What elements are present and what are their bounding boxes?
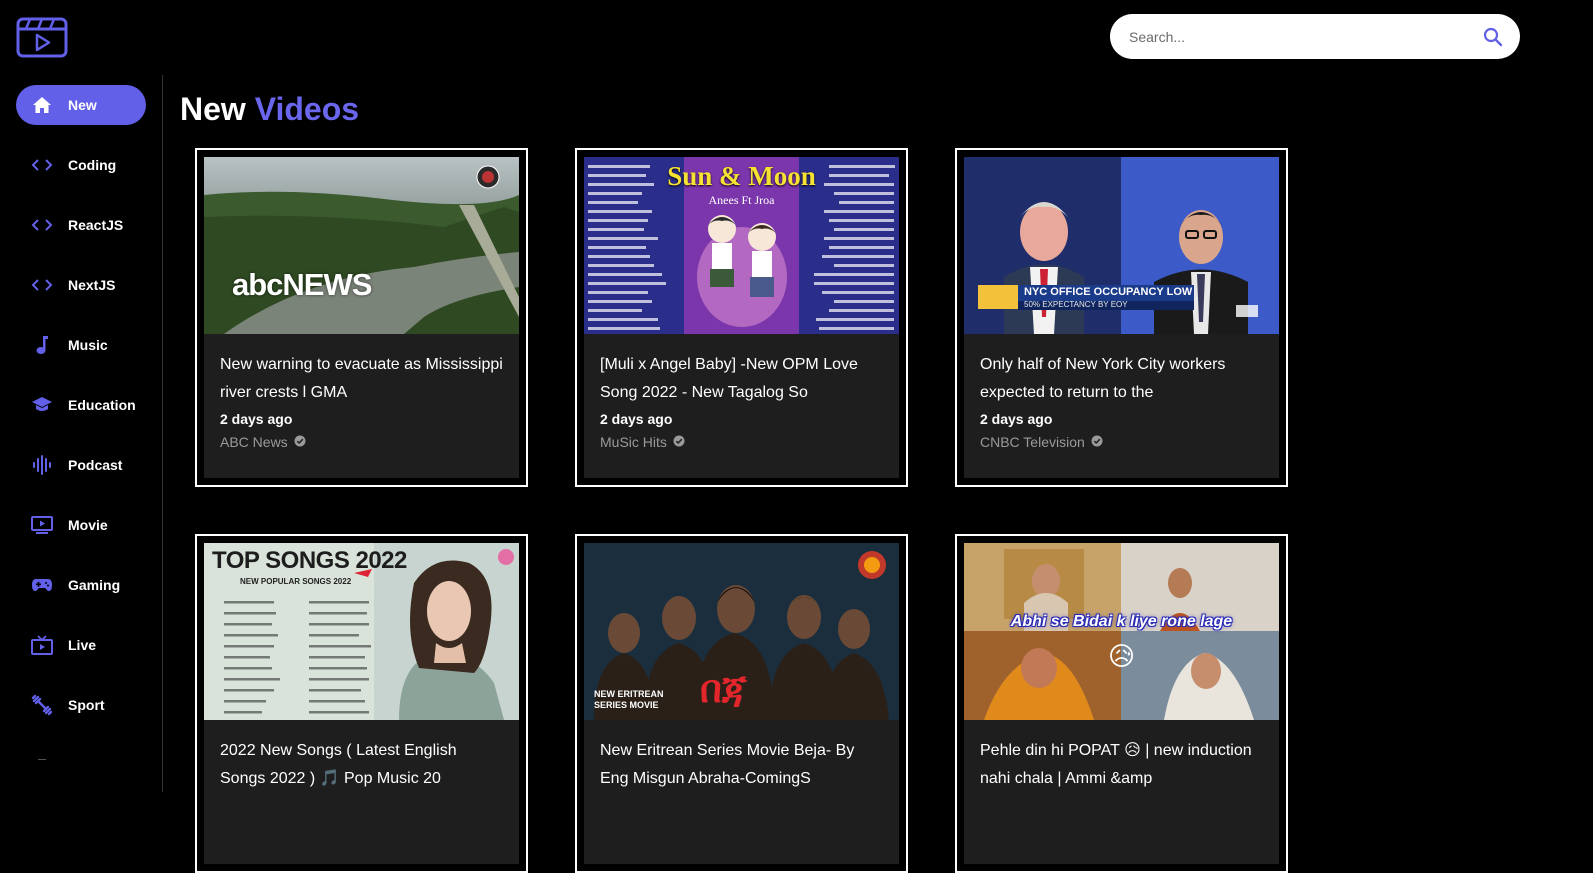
thumbnail-overlay-text: Sun & Moon xyxy=(667,161,816,191)
verified-check-icon xyxy=(1091,434,1103,450)
search-bar xyxy=(1110,14,1520,59)
video-thumbnail[interactable]: abcNEWS xyxy=(204,157,519,334)
thumbnail-overlay-text: በጃ xyxy=(700,667,747,711)
sidebar-item-label: New xyxy=(68,97,97,113)
sidebar-item-label: Sport xyxy=(68,697,105,713)
video-timestamp: 2 days ago xyxy=(980,411,1053,427)
dumbbell-icon xyxy=(16,694,68,716)
video-card[interactable]: Sun & Moon Anees Ft Jroa [Muli x Angel B… xyxy=(575,148,908,487)
sidebar-item-label: Music xyxy=(68,337,108,353)
live-tv-icon xyxy=(16,635,68,655)
page-title-part1: New xyxy=(180,91,246,127)
code-icon xyxy=(16,218,68,232)
sidebar-item-label: ReactJS xyxy=(68,217,124,233)
movie-icon xyxy=(16,516,68,534)
channel-row[interactable]: MuSic Hits xyxy=(600,434,883,450)
thumbnail-overlay-text: Abhi se Bidai k liye rone lage xyxy=(1010,613,1233,630)
video-card[interactable]: NYC OFFICE OCCUPANCY LOW 50% EXPECTANCY … xyxy=(955,148,1288,487)
search-input[interactable] xyxy=(1129,28,1482,45)
video-title[interactable]: Pehle din hi POPAT 😥 | new induction nah… xyxy=(980,737,1263,793)
sidebar-item-label: Podcast xyxy=(68,457,123,473)
sidebar-item-gaming[interactable]: Gaming xyxy=(16,565,146,605)
video-title[interactable]: New warning to evacuate as Mississippi r… xyxy=(220,351,503,407)
sidebar-item-label: Live xyxy=(68,637,97,653)
video-thumbnail[interactable]: በጃ NEW ERITREAN SERIES MOVIE xyxy=(584,543,899,720)
sidebar-item-education[interactable]: Education xyxy=(16,385,146,425)
sidebar-item-music[interactable]: Music xyxy=(16,325,146,365)
sidebar-item-podcast[interactable]: Podcast xyxy=(16,445,146,485)
sidebar-item-new[interactable]: New xyxy=(16,85,146,125)
thumbnail-overlay-text: TOP SONGS 2022 xyxy=(212,547,407,574)
thumbnail-overlay-text: NYC OFFICE OCCUPANCY LOW xyxy=(1024,286,1193,298)
code-icon xyxy=(16,278,68,292)
channel-row[interactable]: CNBC Television xyxy=(980,434,1263,450)
video-timestamp: 2 days ago xyxy=(220,411,293,427)
video-card[interactable]: abcNEWS New warning to evacuate as Missi… xyxy=(195,148,528,487)
thumbnail-overlay-text: abcNEWS xyxy=(232,267,372,302)
channel-name[interactable]: CNBC Television xyxy=(980,434,1085,450)
video-timestamp: 2 days ago xyxy=(600,411,673,427)
sidebar-item-label: Education xyxy=(68,397,136,413)
video-thumbnail[interactable]: Abhi se Bidai k liye rone lage 😥 xyxy=(964,543,1279,720)
gamepad-icon xyxy=(16,577,68,593)
sidebar-overflow-hint xyxy=(38,759,46,760)
app-logo-icon[interactable] xyxy=(16,17,68,58)
channel-row[interactable]: ABC News xyxy=(220,434,503,450)
thumbnail-subtitle: Anees Ft Jroa xyxy=(708,193,775,207)
sidebar-item-coding[interactable]: Coding xyxy=(16,145,146,185)
page-title-part2: Videos xyxy=(254,91,360,127)
sidebar-item-live[interactable]: Live xyxy=(16,625,146,665)
sidebar-item-label: Coding xyxy=(68,157,117,173)
sad-emoji-icon: 😥 xyxy=(1108,641,1136,671)
verified-check-icon xyxy=(294,434,306,450)
video-thumbnail[interactable]: TOP SONGS 2022 NEW POPULAR SONGS 2022 xyxy=(204,543,519,720)
channel-name[interactable]: MuSic Hits xyxy=(600,434,667,450)
sidebar-item-label: Gaming xyxy=(68,577,121,593)
channel-name[interactable]: ABC News xyxy=(220,434,288,450)
sidebar-item-sport[interactable]: Sport xyxy=(16,685,146,725)
graduation-cap-icon xyxy=(16,396,68,414)
thumbnail-subtitle: NEW POPULAR SONGS 2022 xyxy=(240,577,352,586)
sidebar-item-reactjs[interactable]: ReactJS xyxy=(16,205,146,245)
search-icon[interactable] xyxy=(1482,26,1504,48)
video-card[interactable]: TOP SONGS 2022 NEW POPULAR SONGS 2022 20… xyxy=(195,534,528,873)
sidebar-item-label: NextJS xyxy=(68,277,116,293)
music-note-icon xyxy=(16,335,68,355)
home-icon xyxy=(16,96,68,114)
video-title[interactable]: [Muli x Angel Baby] -New OPM Love Song 2… xyxy=(600,351,883,407)
sidebar: New Coding ReactJS NextJS Music Educatio… xyxy=(0,75,163,792)
verified-check-icon xyxy=(673,434,685,450)
video-thumbnail[interactable]: Sun & Moon Anees Ft Jroa xyxy=(584,157,899,334)
code-icon xyxy=(16,158,68,172)
video-thumbnail[interactable]: NYC OFFICE OCCUPANCY LOW 50% EXPECTANCY … xyxy=(964,157,1279,334)
sidebar-item-label: Movie xyxy=(68,517,108,533)
video-card[interactable]: Abhi se Bidai k liye rone lage 😥 Pehle d… xyxy=(955,534,1288,873)
video-title[interactable]: Only half of New York City workers expec… xyxy=(980,351,1263,407)
thumbnail-subtitle: 50% EXPECTANCY BY EOY xyxy=(1024,300,1128,309)
thumbnail-subtitle: NEW ERITREAN SERIES MOVIE xyxy=(594,689,664,710)
sidebar-item-movie[interactable]: Movie xyxy=(16,505,146,545)
video-title[interactable]: 2022 New Songs ( Latest English Songs 20… xyxy=(220,737,503,793)
sidebar-item-nextjs[interactable]: NextJS xyxy=(16,265,146,305)
page-title: New Videos xyxy=(180,91,359,128)
video-title[interactable]: New Eritrean Series Movie Beja- By Eng M… xyxy=(600,737,883,793)
video-card[interactable]: በጃ NEW ERITREAN SERIES MOVIE New Eritrea… xyxy=(575,534,908,873)
podcast-icon xyxy=(16,455,68,475)
